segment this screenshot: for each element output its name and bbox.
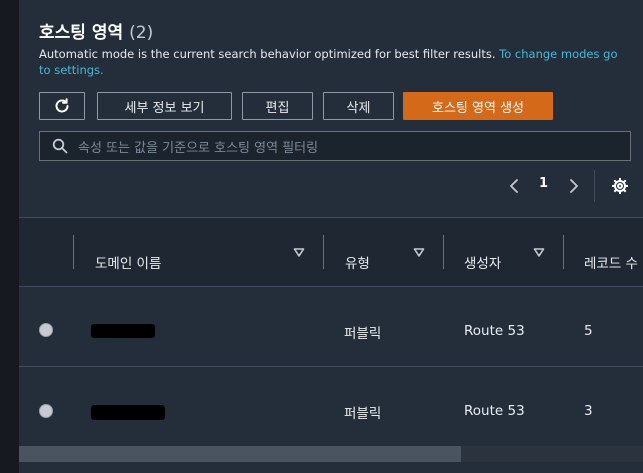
create-hosted-zone-button[interactable]: 호스팅 영역 생성 — [403, 92, 553, 120]
search-icon — [52, 138, 68, 154]
chevron-right-icon[interactable] — [567, 178, 581, 194]
page-header: 호스팅 영역 (2) — [39, 18, 153, 43]
created-by-cell: Route 53 — [464, 323, 525, 339]
edit-button[interactable]: 편집 — [242, 92, 313, 120]
redacted-domain-name — [91, 405, 165, 420]
filter-search-input[interactable]: 속성 또는 값을 기준으로 호스팅 영역 필터링 — [39, 131, 631, 161]
delete-button[interactable]: 삭제 — [323, 92, 394, 120]
sort-down-icon[interactable] — [533, 246, 545, 258]
redacted-domain-name — [91, 324, 155, 338]
gear-icon[interactable] — [611, 177, 629, 195]
record-count-cell: 5 — [584, 323, 593, 339]
column-header-record-count[interactable]: 레코드 수 — [584, 252, 638, 272]
column-header-created-by[interactable]: 생성자 — [464, 252, 501, 272]
sort-down-icon[interactable] — [413, 246, 425, 258]
table-row[interactable]: 퍼블릭 Route 53 5 — [19, 286, 643, 367]
column-divider — [323, 235, 324, 269]
hosted-zones-panel: 호스팅 영역 (2) Automatic mode is the current… — [19, 0, 643, 473]
page-title: 호스팅 영역 — [39, 23, 124, 43]
view-details-button[interactable]: 세부 정보 보기 — [97, 92, 232, 120]
current-page-number[interactable]: 1 — [539, 176, 548, 191]
type-cell: 퍼블릭 — [344, 406, 382, 422]
column-divider — [73, 235, 74, 269]
refresh-icon — [55, 98, 69, 113]
row-select-radio[interactable] — [39, 323, 53, 337]
record-count-cell: 3 — [584, 403, 593, 419]
column-divider — [443, 235, 444, 269]
row-select-radio[interactable] — [39, 404, 53, 418]
pagination-divider — [594, 170, 595, 202]
search-placeholder: 속성 또는 값을 기준으로 호스팅 영역 필터링 — [78, 140, 319, 156]
description-text: Automatic mode is the current search beh… — [39, 47, 496, 61]
horizontal-scrollbar-thumb[interactable] — [19, 446, 461, 462]
type-cell: 퍼블릭 — [344, 326, 382, 342]
sort-down-icon[interactable] — [293, 246, 305, 258]
column-divider — [563, 235, 564, 269]
created-by-cell: Route 53 — [464, 403, 525, 419]
refresh-button[interactable] — [39, 92, 85, 120]
table-row[interactable]: 퍼블릭 Route 53 3 — [19, 367, 643, 448]
zone-count: (2) — [129, 23, 154, 43]
search-mode-description: Automatic mode is the current search beh… — [39, 46, 619, 78]
table-header: 도메인 이름 유형 생성자 레코드 수 — [19, 217, 643, 287]
column-header-domain-name[interactable]: 도메인 이름 — [95, 252, 161, 272]
chevron-left-icon[interactable] — [507, 178, 521, 194]
column-header-type[interactable]: 유형 — [345, 252, 370, 272]
